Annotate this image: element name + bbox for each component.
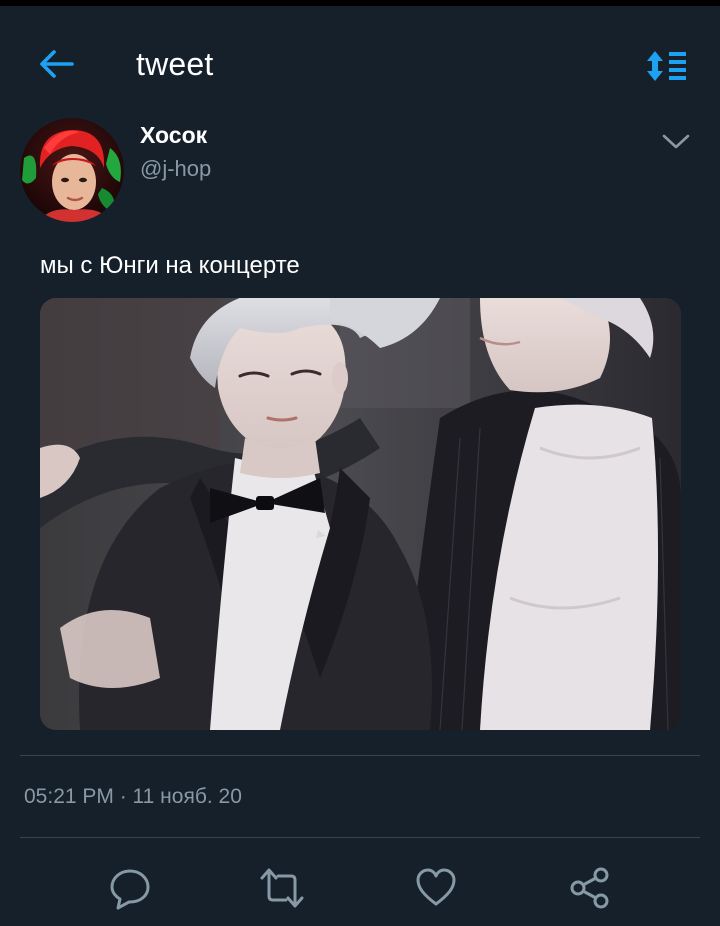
tweet-timestamp: 05:21 PM · 11 нояб. 20 xyxy=(24,785,242,808)
back-button[interactable] xyxy=(30,38,82,90)
divider-top xyxy=(20,755,700,756)
sort-list-icon xyxy=(647,51,686,81)
author-handle[interactable]: @j-hop xyxy=(140,156,211,182)
tweet-text: мы с Юнги на концерте xyxy=(40,252,300,279)
tweet-screen: tweet Хосок @j-hop мы с Юнги на концерте… xyxy=(0,0,720,926)
photo xyxy=(40,298,681,730)
avatar-photo xyxy=(20,118,124,222)
like-icon xyxy=(416,868,456,906)
app-header: tweet xyxy=(0,6,720,98)
tweet-menu-button[interactable] xyxy=(656,126,696,158)
divider-bottom xyxy=(20,837,700,838)
arrow-left-icon xyxy=(40,50,74,78)
sort-button[interactable] xyxy=(642,44,692,88)
reply-button[interactable] xyxy=(106,864,154,912)
retweet-icon xyxy=(260,868,304,908)
reply-icon xyxy=(110,869,150,910)
retweet-button[interactable] xyxy=(258,864,306,912)
page-title: tweet xyxy=(136,46,214,82)
tweet-media[interactable] xyxy=(40,298,681,730)
like-button[interactable] xyxy=(412,864,460,912)
tweet-actions xyxy=(0,848,720,926)
chevron-down-icon xyxy=(662,134,690,149)
share-button[interactable] xyxy=(566,864,614,912)
avatar[interactable] xyxy=(20,118,124,222)
share-icon xyxy=(570,867,609,909)
author-name[interactable]: Хосок xyxy=(140,122,207,149)
